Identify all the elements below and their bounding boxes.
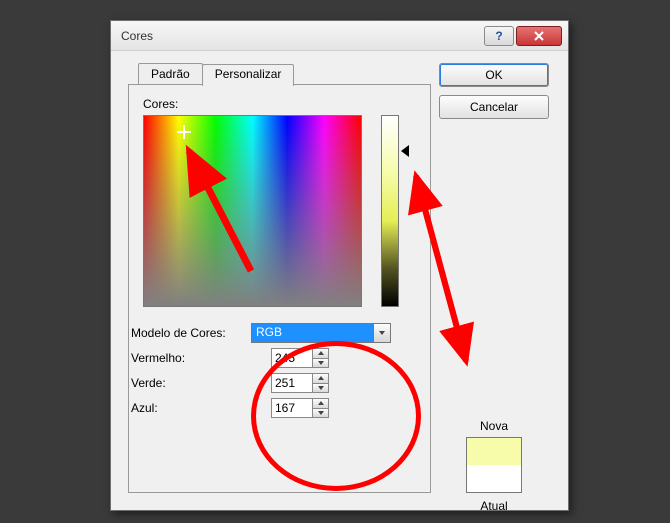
help-icon: ? bbox=[495, 29, 502, 43]
blue-up-button[interactable] bbox=[313, 398, 329, 408]
chevron-down-icon bbox=[318, 411, 324, 415]
tab-custom[interactable]: Personalizar bbox=[202, 64, 295, 86]
green-input[interactable] bbox=[271, 373, 313, 393]
green-spinner[interactable] bbox=[271, 373, 331, 393]
red-label: Vermelho: bbox=[131, 351, 251, 365]
blue-down-button[interactable] bbox=[313, 408, 329, 419]
green-up-button[interactable] bbox=[313, 373, 329, 383]
chevron-up-icon bbox=[318, 376, 324, 380]
close-button[interactable] bbox=[516, 26, 562, 46]
ok-button[interactable]: OK bbox=[439, 63, 549, 87]
chevron-down-icon bbox=[318, 386, 324, 390]
green-label: Verde: bbox=[131, 376, 251, 390]
picker-crosshair bbox=[177, 125, 191, 139]
lightness-bar[interactable] bbox=[381, 115, 399, 307]
blue-input[interactable] bbox=[271, 398, 313, 418]
blue-spinner[interactable] bbox=[271, 398, 331, 418]
chevron-up-icon bbox=[318, 351, 324, 355]
fields-group: Modelo de Cores: RGB Vermelho: bbox=[131, 318, 428, 423]
blue-label: Azul: bbox=[131, 401, 251, 415]
preview-current-swatch bbox=[467, 465, 521, 492]
color-model-dropdown-button[interactable] bbox=[373, 323, 391, 343]
color-model-select[interactable]: RGB bbox=[251, 323, 391, 343]
lightness-pointer[interactable] bbox=[401, 145, 409, 157]
spectrum-area bbox=[143, 115, 416, 307]
colors-label: Cores: bbox=[143, 97, 416, 111]
color-model-value: RGB bbox=[251, 323, 373, 343]
tab-standard[interactable]: Padrão bbox=[138, 63, 203, 85]
red-down-button[interactable] bbox=[313, 358, 329, 369]
green-down-button[interactable] bbox=[313, 383, 329, 394]
help-button[interactable]: ? bbox=[484, 26, 514, 46]
hue-sat-picker[interactable] bbox=[143, 115, 362, 307]
tab-panel-custom: Cores: Modelo de Cores: RGB bbox=[128, 84, 431, 493]
tabstrip: Padrão Personalizar bbox=[138, 63, 293, 85]
color-preview bbox=[466, 437, 522, 493]
red-up-button[interactable] bbox=[313, 348, 329, 358]
color-dialog: Cores ? Padrão Personalizar Cores: bbox=[110, 20, 569, 511]
chevron-up-icon bbox=[318, 401, 324, 405]
titlebar[interactable]: Cores ? bbox=[111, 21, 568, 51]
cancel-button[interactable]: Cancelar bbox=[439, 95, 549, 119]
red-spinner[interactable] bbox=[271, 348, 331, 368]
preview-new-swatch bbox=[467, 438, 521, 465]
preview-new-label: Nova bbox=[439, 419, 549, 433]
color-model-label: Modelo de Cores: bbox=[131, 326, 251, 340]
red-input[interactable] bbox=[271, 348, 313, 368]
window-title: Cores bbox=[121, 29, 482, 43]
preview-current-label: Atual bbox=[439, 499, 549, 513]
side-column: OK Cancelar Nova Atual bbox=[439, 63, 549, 493]
chevron-down-icon bbox=[379, 331, 385, 335]
chevron-down-icon bbox=[318, 361, 324, 365]
close-icon bbox=[533, 30, 545, 42]
dialog-client: Padrão Personalizar Cores: Modelo de Cor… bbox=[118, 51, 561, 503]
